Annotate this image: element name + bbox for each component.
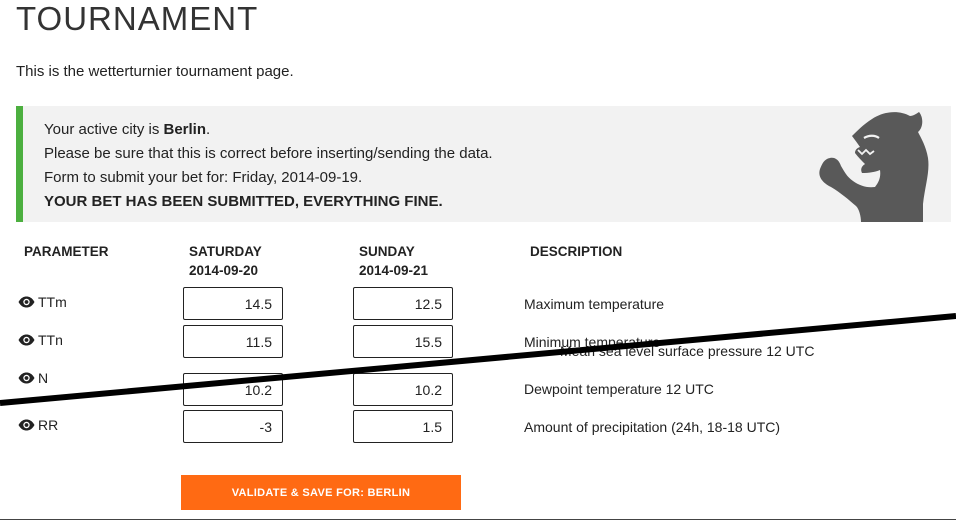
header-day1-date: 2014-09-20 [189,263,259,278]
rr-day1-input[interactable] [183,410,283,443]
ttn-day2-input[interactable] [353,325,453,358]
header-day1-name: SATURDAY [189,244,262,259]
ttn-day1-input[interactable] [183,325,283,358]
param-ttn[interactable]: TTn [18,332,63,348]
ttm-description: Maximum temperature [524,296,665,312]
header-description: DESCRIPTION [530,244,623,259]
param-rr[interactable]: RR [18,417,58,433]
ttm-day2-input[interactable] [353,287,453,320]
active-city-alert: Your active city is Berlin. Please be su… [16,106,951,222]
n-description: Dewpoint temperature 12 UTC [524,381,714,397]
active-city-line: Your active city is Berlin. [44,121,211,138]
overlapping-description: Mean sea level surface pressure 12 UTC [560,343,815,359]
eye-icon [18,334,35,346]
rr-day2-input[interactable] [353,410,453,443]
berlin-bear-icon [819,112,929,222]
bottom-divider [0,519,956,520]
n-day1-input[interactable] [183,373,283,406]
validate-save-button[interactable]: VALIDATE & SAVE FOR: BERLIN [181,475,461,510]
header-day2: SUNDAY 2014-09-21 [359,242,428,280]
param-label: RR [38,417,59,433]
header-day2-name: SUNDAY [359,244,415,259]
page-intro: This is the wetterturnier tournament pag… [16,63,294,80]
param-label: TTm [38,294,67,310]
rr-description: Amount of precipitation (24h, 18-18 UTC) [524,419,781,435]
header-day1: SATURDAY 2014-09-20 [189,242,262,280]
active-city-name: Berlin [163,121,207,138]
eye-icon [18,296,35,308]
alert-text: Your active city is Berlin. Please be su… [44,118,493,214]
param-label: TTn [38,332,63,348]
param-ttm[interactable]: TTm [18,294,67,310]
eye-icon [18,372,35,384]
eye-icon [18,419,35,431]
ttm-day1-input[interactable] [183,287,283,320]
submission-status: YOUR BET HAS BEEN SUBMITTED, EVERYTHING … [44,193,443,210]
param-label: N [38,370,49,386]
page-title: TOURNAMENT [16,0,259,37]
n-day2-input[interactable] [353,373,453,406]
header-day2-date: 2014-09-21 [359,263,429,278]
header-parameter: PARAMETER [24,244,109,259]
param-n[interactable]: N [18,370,48,386]
bet-date-line: Form to submit your bet for: Friday, 201… [44,169,363,186]
check-notice: Please be sure that this is correct befo… [44,145,493,162]
